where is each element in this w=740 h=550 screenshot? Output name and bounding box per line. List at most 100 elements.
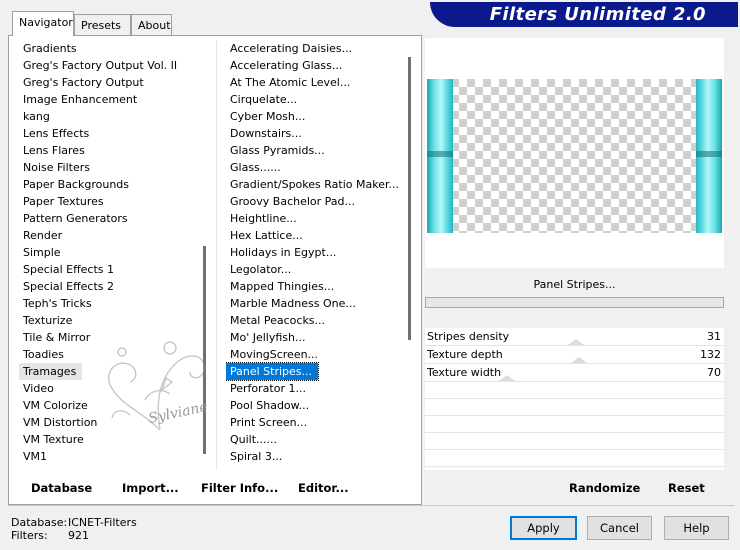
filter-item[interactable]: Legolator... xyxy=(226,261,402,278)
reset-button[interactable]: Reset xyxy=(668,481,705,495)
preview-image xyxy=(427,79,722,233)
filter-item-label: Cirquelate... xyxy=(230,93,298,106)
filter-item[interactable]: Pool Shadow... xyxy=(226,397,402,414)
progress-bar xyxy=(425,297,724,308)
slider-thumb[interactable] xyxy=(568,339,584,345)
filter-item-label: MovingScreen... xyxy=(230,348,319,361)
filter-item[interactable]: At The Atomic Level... xyxy=(226,74,402,91)
category-item[interactable]: Paper Backgrounds xyxy=(19,176,199,193)
cancel-button[interactable]: Cancel xyxy=(587,516,652,540)
category-item-label: Toadies xyxy=(23,348,64,361)
category-item-label: kang xyxy=(23,110,50,123)
category-item[interactable]: VM1 xyxy=(19,448,199,465)
param-row-empty xyxy=(425,382,724,399)
category-item-label: Pattern Generators xyxy=(23,212,128,225)
filter-item[interactable]: Cirquelate... xyxy=(226,91,402,108)
param-row-stripes-density[interactable]: Stripes density 31 xyxy=(425,328,724,346)
filter-item[interactable]: Panel Stripes... xyxy=(226,362,402,381)
filter-item-label: Spiral 3... xyxy=(230,450,283,463)
filter-item[interactable]: Metal Peacocks... xyxy=(226,312,402,329)
randomize-button[interactable]: Randomize xyxy=(569,481,640,495)
param-row-empty xyxy=(425,416,724,433)
category-item[interactable]: Greg's Factory Output xyxy=(19,74,199,91)
tab-about[interactable]: About xyxy=(131,14,172,35)
filter-item[interactable]: Accelerating Glass... xyxy=(226,57,402,74)
apply-button[interactable]: Apply xyxy=(510,516,577,540)
filter-item[interactable]: Quilt...... xyxy=(226,431,402,448)
filter-item-label: Metal Peacocks... xyxy=(230,314,326,327)
editor-button[interactable]: Editor... xyxy=(298,481,349,495)
filter-item[interactable]: Glass...... xyxy=(226,159,402,176)
stripe-band-left xyxy=(427,151,453,157)
randomize-button-label: Randomize xyxy=(569,481,641,495)
import-button[interactable]: Import... xyxy=(122,481,179,495)
filter-item-label: Legolator... xyxy=(230,263,292,276)
filter-item[interactable]: Hex Lattice... xyxy=(226,227,402,244)
param-value[interactable]: 70 xyxy=(707,366,721,379)
filter-item[interactable]: Spiral... xyxy=(226,465,402,468)
filter-item[interactable]: Downstairs... xyxy=(226,125,402,142)
category-item-label: Greg's Factory Output Vol. II xyxy=(23,59,178,72)
category-item[interactable]: Teph's Tricks xyxy=(19,295,199,312)
status-database-label: Database: xyxy=(11,516,68,529)
category-item-label: Special Effects 2 xyxy=(23,280,115,293)
help-button[interactable]: Help xyxy=(664,516,729,540)
filter-item[interactable]: MovingScreen... xyxy=(226,346,402,363)
filter-item[interactable]: Gradient/Spokes Ratio Maker... xyxy=(226,176,402,193)
param-row-empty xyxy=(425,433,724,450)
slider-thumb[interactable] xyxy=(571,357,587,363)
category-item[interactable]: Paper Textures xyxy=(19,193,199,210)
category-item-label: Special Effects 1 xyxy=(23,263,115,276)
filter-item[interactable]: Accelerating Daisies... xyxy=(226,40,402,57)
category-item[interactable]: Noise Filters xyxy=(19,159,199,176)
filter-list[interactable]: Accelerating Daisies... Accelerating Glas… xyxy=(226,40,402,468)
parameter-panel: Stripes density 31 Texture depth 132 Tex… xyxy=(425,328,724,470)
category-item[interactable]: Pattern Generators xyxy=(19,210,199,227)
param-value[interactable]: 31 xyxy=(707,330,721,343)
filter-item[interactable]: Glass Pyramids... xyxy=(226,142,402,159)
category-item-label: Video xyxy=(23,382,54,395)
database-button[interactable]: Database xyxy=(31,481,92,495)
filter-item[interactable]: Spiral 3... xyxy=(226,448,402,465)
tab-navigator[interactable]: Navigator xyxy=(12,11,74,36)
category-item[interactable]: Texturize xyxy=(19,312,199,329)
category-item-label: Tramages xyxy=(19,363,83,380)
category-item-label: Texturize xyxy=(23,314,73,327)
filter-item[interactable]: Heightline... xyxy=(226,210,402,227)
tab-about-label: About xyxy=(138,19,171,32)
status-database-value: ICNET-Filters xyxy=(68,516,137,529)
filter-item[interactable]: Holidays in Egypt... xyxy=(226,244,402,261)
param-row-texture-width[interactable]: Texture width 70 xyxy=(425,364,724,382)
category-item[interactable]: Gradients xyxy=(19,40,199,57)
param-row-texture-depth[interactable]: Texture depth 132 xyxy=(425,346,724,364)
tab-presets[interactable]: Presets xyxy=(74,14,131,35)
slider-thumb[interactable] xyxy=(499,375,515,381)
filter-item-label: Quilt...... xyxy=(230,433,278,446)
category-item[interactable]: Simple xyxy=(19,244,199,261)
filter-item[interactable]: Mo' Jellyfish... xyxy=(226,329,402,346)
param-value[interactable]: 132 xyxy=(700,348,721,361)
category-item[interactable]: Lens Flares xyxy=(19,142,199,159)
filter-scrollbar[interactable] xyxy=(405,40,415,468)
filter-item[interactable]: Perforator 1... xyxy=(226,380,402,397)
category-item[interactable]: Special Effects 2 xyxy=(19,278,199,295)
category-item[interactable]: Lens Effects xyxy=(19,125,199,142)
filter-item[interactable]: Groovy Bachelor Pad... xyxy=(226,193,402,210)
category-item[interactable]: Render xyxy=(19,227,199,244)
filter-item[interactable]: Marble Madness One... xyxy=(226,295,402,312)
filter-scroll-thumb[interactable] xyxy=(408,57,411,340)
category-item[interactable]: kang xyxy=(19,108,199,125)
tab-navigator-label: Navigator xyxy=(19,16,73,29)
filter-item[interactable]: Mapped Thingies... xyxy=(226,278,402,295)
category-item-label: Paper Backgrounds xyxy=(23,178,130,191)
category-item[interactable]: Greg's Factory Output Vol. II xyxy=(19,57,199,74)
category-item-label: Lens Effects xyxy=(23,127,90,140)
filter-item[interactable]: Print Screen... xyxy=(226,414,402,431)
category-item[interactable]: Special Effects 1 xyxy=(19,261,199,278)
filter-info-button[interactable]: Filter Info... xyxy=(201,481,278,495)
filter-item-label: Spiral... xyxy=(226,467,272,468)
filter-item[interactable]: Cyber Mosh... xyxy=(226,108,402,125)
category-item-label: Gradients xyxy=(23,42,77,55)
category-item[interactable]: Image Enhancement xyxy=(19,91,199,108)
filter-item-label: Perforator 1... xyxy=(230,382,306,395)
